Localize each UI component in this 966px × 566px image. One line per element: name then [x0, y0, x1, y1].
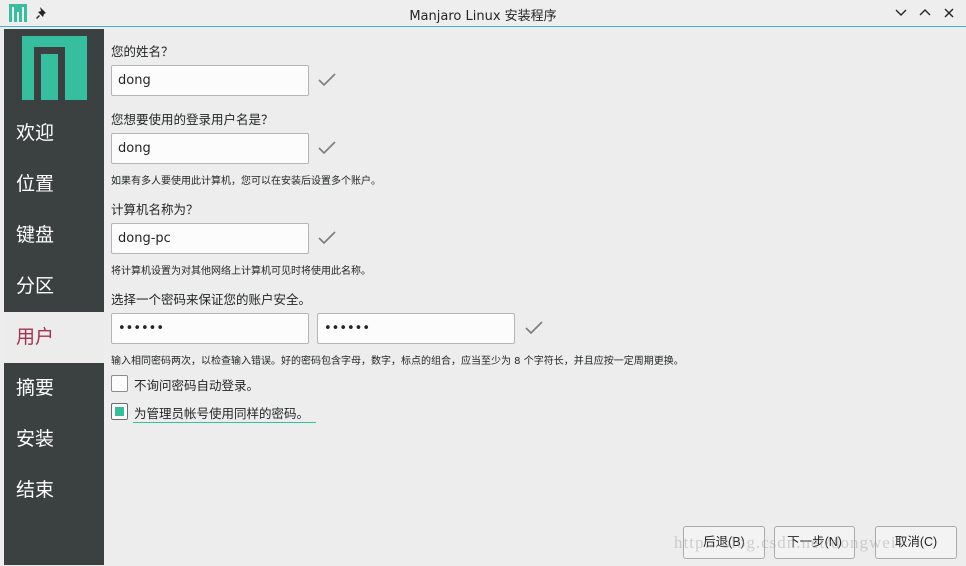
- manjaro-logo: [22, 36, 87, 100]
- name-input[interactable]: dong: [111, 65, 309, 96]
- minimize-icon[interactable]: [892, 4, 910, 22]
- step-partitions: 分区: [16, 275, 55, 297]
- step-list: 欢迎 位置 键盘 分区 用户 摘要 安装 结束: [4, 108, 104, 516]
- autologin-label: 不询问密码自动登录。: [134, 378, 260, 393]
- admin-same-password-checkbox[interactable]: [111, 403, 128, 420]
- step-finish: 结束: [16, 479, 55, 501]
- password-input[interactable]: ••••••: [111, 313, 309, 344]
- username-valid-check-icon: [318, 141, 336, 155]
- hostname-note: 将计算机设置为对其他网络上计算机可见时将使用此名称。: [111, 266, 371, 277]
- username-note: 如果有多人要使用此计算机，您可以在安装后设置多个账户。: [111, 176, 381, 187]
- maximize-icon[interactable]: [916, 4, 934, 22]
- step-summary: 摘要: [16, 377, 55, 399]
- username-label: 您想要使用的登录用户名是？: [111, 112, 274, 127]
- next-button[interactable]: 下一步(N): [774, 526, 855, 559]
- password-confirm-input[interactable]: ••••••: [317, 313, 515, 344]
- hostname-input[interactable]: dong-pc: [111, 223, 309, 254]
- hostname-valid-check-icon: [318, 231, 336, 245]
- autologin-checkbox[interactable]: [111, 375, 128, 392]
- password-label: 选择一个密码来保证您的账户安全。: [111, 292, 312, 307]
- step-keyboard: 键盘: [16, 224, 55, 246]
- password-valid-check-icon: [525, 321, 543, 335]
- cancel-button[interactable]: 取消(C): [875, 526, 957, 559]
- admin-same-password-label: 为管理员帐号使用同样的密码。: [134, 406, 310, 421]
- step-welcome: 欢迎: [16, 122, 55, 144]
- name-label: 您的姓名？: [111, 44, 174, 59]
- username-input[interactable]: dong: [111, 133, 309, 164]
- step-users: 用户: [4, 312, 104, 363]
- step-location: 位置: [16, 173, 55, 195]
- focus-underline: [133, 422, 316, 423]
- back-button[interactable]: 后退(B): [683, 526, 765, 559]
- hostname-label: 计算机名称为？: [111, 202, 199, 217]
- sidebar: 欢迎 位置 键盘 分区 用户 摘要 安装 结束: [4, 29, 104, 565]
- name-valid-check-icon: [318, 73, 336, 87]
- step-install: 安装: [16, 428, 55, 450]
- password-note: 输入相同密码两次，以检查输入错误。好的密码包含字母，数字，标点的组合，应当至少为…: [111, 356, 684, 367]
- title-bar: Manjaro Linux 安装程序: [0, 0, 966, 27]
- close-icon[interactable]: [940, 4, 958, 22]
- window-title: Manjaro Linux 安装程序: [409, 9, 557, 24]
